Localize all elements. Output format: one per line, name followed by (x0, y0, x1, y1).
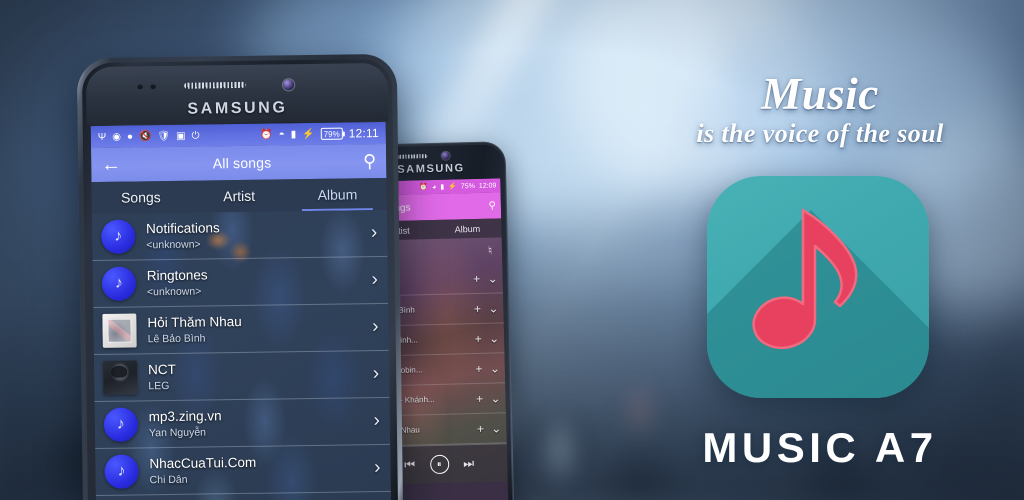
back-arrow-icon[interactable]: ← (101, 153, 121, 176)
record-icon: ◉ (112, 131, 122, 143)
pause-icon[interactable]: ⏸ (429, 454, 449, 475)
screenshot-icon: ▣ (176, 130, 186, 142)
usb-icon: Ψ (97, 131, 107, 143)
list-item-title: NCT (147, 361, 176, 378)
list-item-meta: Ringtones <unknown> (136, 264, 372, 299)
add-icon[interactable]: + (472, 331, 484, 345)
album-art-thumbnail (102, 360, 138, 395)
album-art-thumbnail (102, 313, 137, 348)
add-icon[interactable]: + (471, 301, 483, 315)
tab-artist[interactable]: Artist (190, 179, 289, 212)
front-clock: 12:11 (348, 126, 379, 141)
charging-icon: ⚡ (448, 183, 457, 191)
signal-icon: ▮ (290, 128, 297, 140)
chevron-right-icon[interactable]: › (373, 363, 380, 385)
back-tab-album[interactable]: Album (433, 223, 501, 235)
list-item[interactable]: ♪ mp3.zing.vn Yan Nguyễn › (94, 397, 391, 450)
music-note-icon (752, 208, 858, 349)
quote-line-1: Music (761, 69, 879, 119)
prev-icon[interactable]: ⏮ (404, 458, 416, 473)
chevron-right-icon[interactable]: › (373, 410, 380, 432)
signal-icon: ▮ (440, 183, 445, 191)
phone-front: SAMSUNG Ψ ◉ ● 🔇 🛡 ▣ ⏻ ⏰ ◓ ▮ ⚡ 79% 12:11 … (76, 53, 404, 500)
chevron-right-icon[interactable]: › (374, 457, 381, 479)
chevron-down-icon[interactable]: ⌄ (487, 271, 499, 285)
alarm-icon: ⏰ (419, 184, 429, 192)
list-item-subtitle: Chi Dân (149, 473, 188, 487)
list-item-title: Hỏi Thăm Nhau (147, 313, 242, 331)
vpn-shield-icon: 🛡 (157, 130, 171, 142)
add-icon[interactable]: + (473, 361, 485, 375)
music-note-thumbnail-icon: ♪ (104, 454, 139, 489)
playlist-icon[interactable]: ♮ (484, 243, 496, 258)
earpiece-speaker-icon (184, 81, 247, 89)
list-item-title: Notifications (146, 220, 220, 237)
chevron-down-icon[interactable]: ⌄ (487, 301, 499, 315)
list-item-subtitle: LEG (148, 379, 170, 393)
front-tab-bar[interactable]: Songs Artist Album (91, 177, 387, 215)
wifi-icon: ◕ (431, 183, 437, 191)
list-item-subtitle: Lê Bảo Bình (147, 332, 206, 346)
tab-album[interactable]: Album (288, 178, 387, 211)
next-icon[interactable]: ⏭ (463, 456, 475, 471)
back-battery-label: 75% (460, 182, 475, 190)
phone-front-screen: Ψ ◉ ● 🔇 🛡 ▣ ⏻ ⏰ ◓ ▮ ⚡ 79% 12:11 ← All so… (90, 121, 392, 500)
front-appbar-title: All songs (212, 154, 272, 172)
proximity-sensor-icon (137, 83, 157, 90)
chevron-down-icon[interactable]: ⌄ (489, 391, 501, 405)
dot-icon: ● (126, 130, 134, 143)
list-item-subtitle: <unknown> (146, 285, 202, 299)
list-item-title: mp3.zing.vn (148, 408, 222, 425)
promo-quote: Music is the voice of the soul (620, 68, 1020, 150)
list-item[interactable]: NCT LEG › (93, 350, 390, 403)
front-song-list: ♪ Notifications <unknown> › ♪ Ringtones … (91, 209, 392, 500)
list-item[interactable]: ♪ NhacCuaTui.Com Chi Dân › (95, 444, 391, 497)
list-item-meta: mp3.zing.vn Yan Nguyễn (138, 405, 374, 440)
list-item-subtitle: Yan Nguyễn (148, 426, 207, 440)
list-item-title: Ringtones (146, 267, 208, 284)
battery-label: 79% (320, 127, 343, 140)
tab-songs[interactable]: Songs (91, 181, 190, 214)
list-item-meta: Notifications <unknown> (135, 217, 371, 252)
list-item[interactable]: ♪ Ringtones <unknown> › (92, 256, 389, 309)
list-item-meta: NCT LEG (137, 358, 373, 393)
search-icon[interactable]: ⚲ (488, 200, 496, 211)
front-camera-icon (283, 79, 295, 91)
charging-icon: ⚡ (302, 128, 315, 140)
add-icon[interactable]: + (471, 271, 483, 285)
list-item-meta: Hỏi Thăm Nhau Lê Bảo Bình (136, 311, 372, 346)
list-item[interactable]: Hỏi Thăm Nhau Lê Bảo Bình › (93, 303, 389, 356)
chevron-right-icon[interactable]: › (371, 222, 378, 244)
music-note-thumbnail-icon: ♪ (103, 407, 139, 442)
quote-line-2: is the voice of the soul (696, 119, 944, 148)
chevron-right-icon[interactable]: › (371, 269, 378, 291)
list-item-meta: NhacCuaTui.Com Chi Dân (138, 452, 374, 487)
add-icon[interactable]: + (473, 391, 485, 405)
music-note-thumbnail-icon: ♪ (101, 266, 137, 301)
list-item-title: NhacCuaTui.Com (149, 454, 257, 472)
music-note-thumbnail-icon: ♪ (100, 219, 136, 254)
alarm-icon: ⏰ (260, 129, 273, 141)
chevron-down-icon[interactable]: ⌄ (489, 361, 501, 375)
back-clock: 12:09 (478, 181, 497, 190)
list-item[interactable]: ♪ Notifications <unknown> › (91, 209, 388, 262)
wifi-icon: ◓ (278, 128, 285, 140)
front-appbar: ← All songs ⚲ (90, 143, 387, 183)
search-icon[interactable]: ⚲ (363, 151, 376, 172)
mute-icon: 🔇 (138, 130, 152, 142)
plug-icon: ⏻ (191, 130, 200, 142)
app-title: MUSIC A7 (702, 424, 938, 471)
chevron-right-icon[interactable]: › (372, 316, 379, 338)
app-icon[interactable] (707, 176, 929, 398)
chevron-down-icon[interactable]: ⌄ (488, 331, 500, 345)
add-icon[interactable]: + (474, 421, 486, 435)
list-item-subtitle: <unknown> (146, 238, 201, 252)
chevron-down-icon[interactable]: ⌄ (490, 421, 502, 435)
